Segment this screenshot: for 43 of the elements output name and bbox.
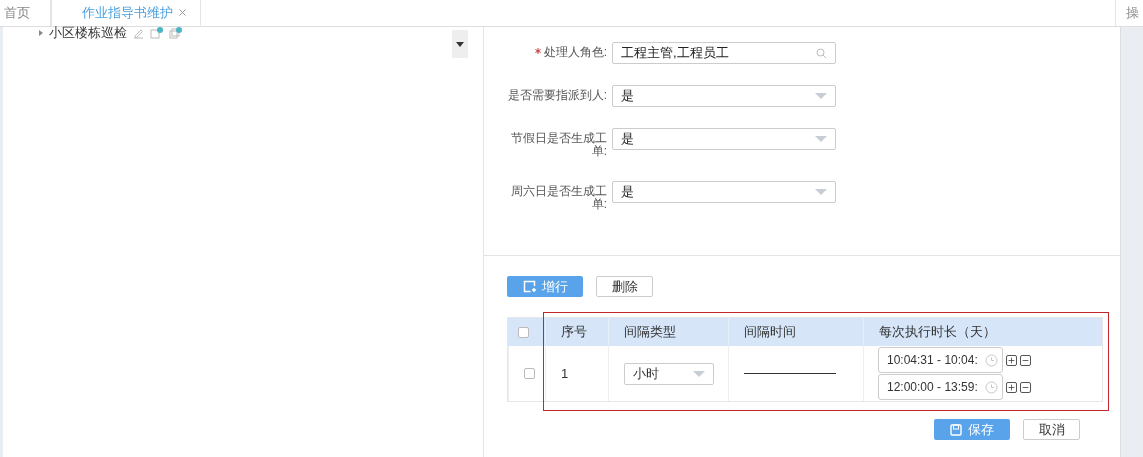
minus-icon[interactable]	[1020, 354, 1031, 366]
column-header: 间隔类型	[608, 318, 728, 346]
select-field[interactable]: 是	[612, 128, 836, 150]
close-icon[interactable]	[179, 9, 186, 16]
field-label: 处理人角色:	[484, 42, 607, 59]
add-icon[interactable]	[150, 27, 163, 39]
save-icon	[950, 423, 962, 436]
caret-icon	[456, 41, 464, 47]
select-field[interactable]: 是	[612, 85, 836, 107]
scrollbar[interactable]	[1120, 27, 1143, 457]
time-range-field[interactable]: 10:04:31 - 10:04:	[878, 347, 1003, 373]
required-icon	[534, 48, 541, 54]
column-header: 间隔时间	[728, 318, 863, 346]
column-header: 序号	[545, 318, 608, 346]
copy-icon[interactable]	[169, 27, 182, 39]
checkbox[interactable]	[524, 368, 535, 379]
delete-button[interactable]: 删除	[596, 276, 653, 297]
search-icon[interactable]	[816, 47, 827, 59]
select-field[interactable]: 小时	[624, 362, 714, 385]
clock-icon	[985, 353, 998, 367]
caret-icon[interactable]	[39, 30, 43, 36]
field-label: 是否需要指派到人:	[506, 87, 607, 102]
minus-icon[interactable]	[1020, 381, 1031, 393]
field-label: 节假日是否生成工单:	[510, 130, 607, 158]
column-header: 每次执行时长（天）	[863, 318, 1102, 346]
cancel-button[interactable]: 取消	[1023, 419, 1080, 440]
plus-icon[interactable]	[1006, 381, 1017, 393]
tree-item[interactable]: 小区楼栋巡检	[49, 24, 127, 42]
edit-icon[interactable]	[133, 27, 144, 39]
dropdown-icon[interactable]	[693, 370, 705, 377]
plus-icon[interactable]	[1006, 354, 1017, 366]
field-label: 周六日是否生成工单:	[510, 183, 607, 211]
dropdown-icon[interactable]	[815, 136, 827, 142]
search-field[interactable]: 工程主管,工程员工	[612, 42, 836, 64]
scroll-down-button[interactable]	[452, 30, 468, 58]
table-cell: 1	[545, 346, 608, 401]
dropdown-icon[interactable]	[815, 189, 827, 195]
time-range-field[interactable]: 12:00:00 - 13:59:	[878, 374, 1003, 400]
select-field[interactable]: 是	[612, 181, 836, 203]
checkbox[interactable]	[518, 326, 529, 338]
add-icon	[522, 280, 536, 293]
clock-icon	[985, 380, 998, 394]
dropdown-icon[interactable]	[815, 93, 827, 99]
